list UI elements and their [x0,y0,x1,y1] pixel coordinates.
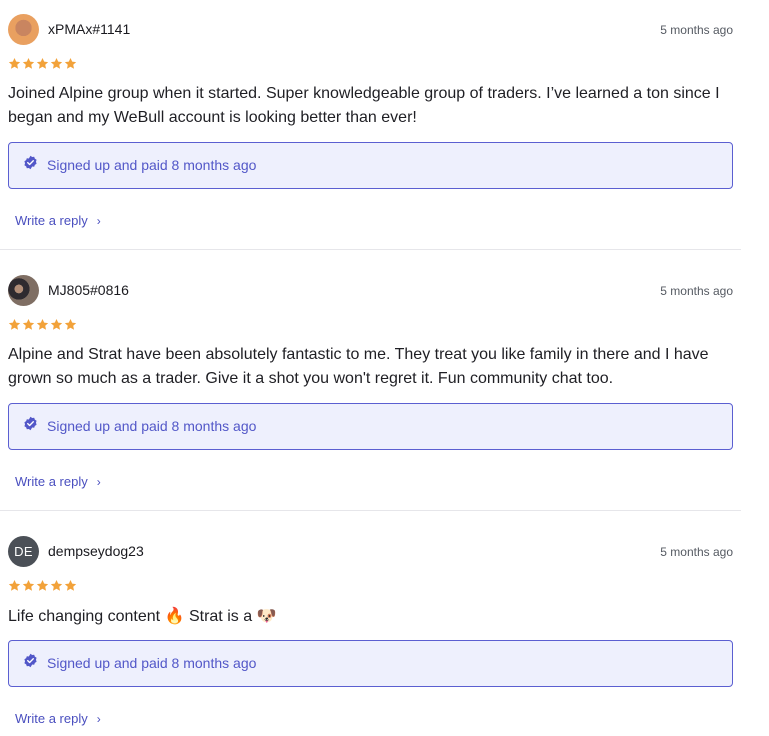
review-item: MJ805#0816 5 months ago Alpine and Strat… [0,250,741,511]
verified-purchase-badge: Signed up and paid 8 months ago [8,142,733,189]
verified-text: Signed up and paid 8 months ago [47,418,257,434]
review-text-part: Strat is a [188,608,253,625]
verified-purchase-badge: Signed up and paid 8 months ago [8,403,733,450]
review-text: Alpine and Strat have been absolutely fa… [8,346,709,387]
star-icon [64,57,77,70]
star-icon [36,579,49,592]
star-rating [8,57,77,71]
chevron-right-icon: › [96,712,101,726]
write-reply-link[interactable]: Write a reply › [15,474,101,489]
reviewer-name[interactable]: MJ805#0816 [48,282,129,298]
chevron-right-icon: › [96,214,101,228]
write-reply-label: Write a reply [15,474,88,489]
review-timestamp: 5 months ago [660,284,733,298]
review-text-part: Life changing content [8,608,161,625]
star-icon [8,579,21,592]
star-icon [36,57,49,70]
review-timestamp: 5 months ago [660,545,733,559]
star-icon [36,318,49,331]
verified-check-icon [23,155,38,170]
fire-emoji: 🔥 [164,606,185,625]
review-item: DE dempseydog23 5 months ago Life changi… [0,511,741,736]
star-icon [22,57,35,70]
write-reply-label: Write a reply [15,711,88,726]
verified-text: Signed up and paid 8 months ago [47,157,257,173]
star-icon [50,318,63,331]
avatar[interactable] [8,275,39,306]
review-timestamp: 5 months ago [660,23,733,37]
review-header: DE dempseydog23 5 months ago [8,536,733,568]
avatar[interactable] [8,14,39,45]
avatar[interactable]: DE [8,536,39,567]
star-rating [8,579,77,593]
dog-emoji: 🐶 [256,606,277,625]
write-reply-label: Write a reply [15,213,88,228]
chevron-right-icon: › [96,475,101,489]
star-icon [8,57,21,70]
review-item: xPMAx#1141 5 months ago Joined Alpine gr… [0,0,741,250]
reviewer-name[interactable]: xPMAx#1141 [48,21,130,37]
reviewer-name[interactable]: dempseydog23 [48,543,144,559]
write-reply-link[interactable]: Write a reply › [15,213,101,228]
verified-text: Signed up and paid 8 months ago [47,655,257,671]
write-reply-link[interactable]: Write a reply › [15,711,101,726]
star-icon [22,318,35,331]
review-text: Life changing content 🔥 Strat is a 🐶 [8,604,733,629]
review-header: xPMAx#1141 5 months ago [8,14,733,46]
star-icon [50,57,63,70]
star-icon [64,579,77,592]
review-text: Joined Alpine group when it started. Sup… [8,85,720,126]
star-icon [8,318,21,331]
star-icon [50,579,63,592]
review-header: MJ805#0816 5 months ago [8,275,733,307]
star-icon [64,318,77,331]
verified-purchase-badge: Signed up and paid 8 months ago [8,640,733,687]
star-icon [22,579,35,592]
verified-check-icon [23,416,38,431]
verified-check-icon [23,653,38,668]
star-rating [8,318,77,332]
